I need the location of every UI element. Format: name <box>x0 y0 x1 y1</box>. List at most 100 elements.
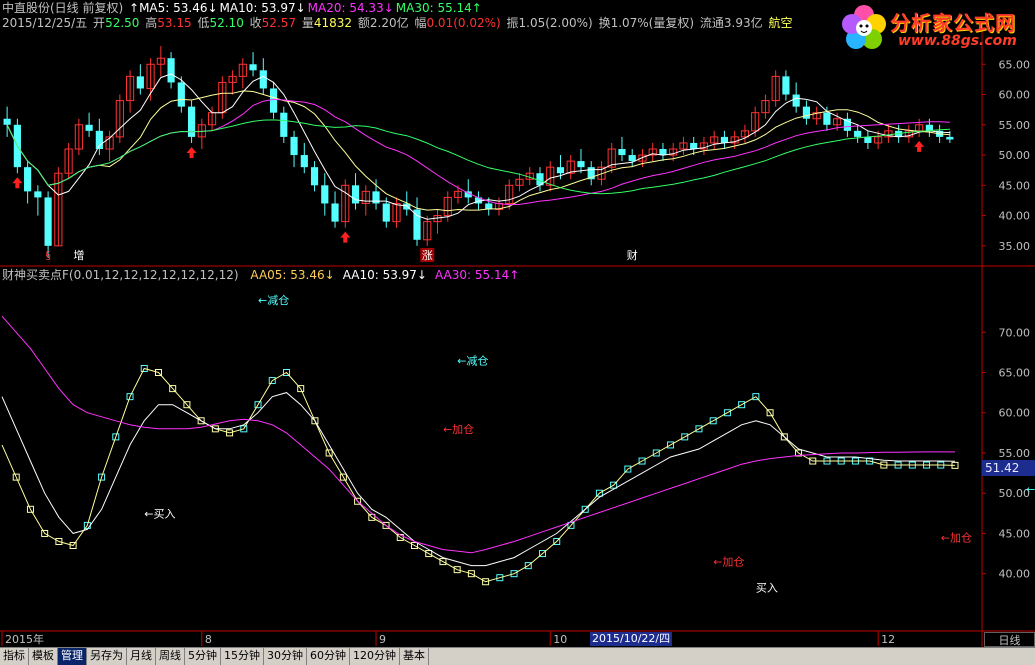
x-tick-label: 9 <box>379 633 386 646</box>
x-tick-label: 2015年 <box>5 632 44 646</box>
quote-line: 2015/12/25/五 开52.50 高53.15 低52.10 收52.57… <box>2 16 794 30</box>
chart-canvas: 35.00 40.00 45.00 50.00 55.00 60.00 65.00 § 增 涨 财 4… <box>0 30 1035 647</box>
close-value: 52.57 <box>261 16 297 30</box>
text-marker: § <box>45 249 51 262</box>
toolbar-button[interactable]: 另存为 <box>87 648 127 665</box>
y-tick-label: 60.00 <box>999 89 1031 102</box>
vol-value: 41832 <box>313 16 353 30</box>
site-logo: 分析家公式网 www.88gs.com <box>836 0 1035 56</box>
y-tick-label: 40.00 <box>999 568 1031 581</box>
signal-annotation: 买入 <box>756 581 778 594</box>
candle-body-down <box>802 106 811 119</box>
candle-body-down <box>843 118 851 131</box>
ma-legend-item: MA20: 54.33↓ <box>307 1 394 15</box>
y-tick-label: 55.00 <box>999 447 1031 460</box>
toolbar-button[interactable]: 15分钟 <box>221 648 264 665</box>
candle-body-down <box>823 112 831 125</box>
candle-body-down <box>331 203 339 222</box>
candle-body-down <box>351 185 360 204</box>
candle-body-down <box>382 203 390 222</box>
price-chart-header: 中直股份(日线 前复权) ↑MA5: 53.46↓ MA10: 53.97↓ MA2… <box>2 1 486 15</box>
y-tick-label: 55.00 <box>999 119 1031 132</box>
logo-title: 分析家公式网 <box>890 11 1016 35</box>
candle-body-down <box>864 136 872 143</box>
aa-legend: AA05: 53.46↓ AA10: 53.97↓ AA30: 55.14↑ <box>244 268 521 282</box>
ma-legend-item: MA30: 55.14↑ <box>395 1 482 15</box>
aa-legend-item: AA10: 53.97↓ <box>342 268 427 282</box>
candle-body-down <box>556 167 565 174</box>
candle-body-down <box>618 149 626 156</box>
buy-arrow-icon <box>186 146 197 158</box>
amplitude: 振1.05(2.00%) <box>506 16 593 30</box>
open-label: 开 <box>93 16 106 30</box>
cursor-date: 2015/10/22/四 <box>590 632 673 646</box>
close-label: 收 <box>249 16 262 30</box>
candle-body-down <box>187 106 196 137</box>
ma30-line <box>6 119 950 195</box>
candle-body-down <box>854 130 862 137</box>
toolbar-button[interactable]: 管理 <box>58 648 87 665</box>
candle-body-down <box>577 161 585 168</box>
text-marker: 涨 <box>422 249 433 262</box>
candle-body-down <box>690 142 698 149</box>
toolbar-button[interactable]: 月线 <box>127 648 156 665</box>
candle-body-down <box>269 88 278 113</box>
candle-body-down <box>372 191 380 204</box>
candle-body-down <box>44 197 52 246</box>
toolbar-button[interactable]: 60分钟 <box>307 648 350 665</box>
buy-arrow-icon <box>340 231 351 243</box>
candle-body-down <box>720 136 729 143</box>
candle-body-down <box>300 155 308 168</box>
candle-body-down <box>85 124 93 131</box>
aa-legend-item: AA05: 53.46↓ <box>250 268 335 282</box>
amt-label: 额 <box>357 16 370 30</box>
open-value: 52.50 <box>105 16 140 30</box>
toolbar-button[interactable]: 5分钟 <box>185 648 221 665</box>
aa05-blocks <box>12 364 959 586</box>
candle-body-down <box>792 94 800 107</box>
signal-annotation: ←减仓 <box>1026 482 1035 496</box>
candle-body-down <box>290 136 298 156</box>
toolbar-button[interactable]: 周线 <box>156 648 185 665</box>
toolbar-button[interactable]: 模板 <box>29 648 58 665</box>
candle-body-down <box>249 64 257 71</box>
y-tick-label: 70.00 <box>999 326 1031 339</box>
y-tick-label: 60.00 <box>999 407 1031 420</box>
candle-body-down <box>167 58 175 83</box>
toolbar-button[interactable]: 指标 <box>0 648 29 665</box>
y-tick-label: 65.00 <box>999 367 1031 380</box>
signal-annotation: ←加仓 <box>443 422 474 436</box>
candle-body-down <box>782 76 790 95</box>
ma-legend: ↑MA5: 53.46↓ MA10: 53.97↓ MA20: 54.33↓ MA30… <box>129 1 484 15</box>
candle-body-down <box>24 167 32 192</box>
last-value-badge: 51.42 <box>982 460 1035 476</box>
bottom-toolbar: 指标 模板 管理 另存为 月线 周线 5分钟 15分钟 30分钟 60分钟 120分钟 基本 <box>0 647 1035 665</box>
toolbar-button[interactable]: 30分钟 <box>264 648 307 665</box>
quote-date: 2015/12/25/五 <box>2 16 88 30</box>
low-label: 低 <box>197 16 210 30</box>
y-tick-label: 50.00 <box>999 149 1031 162</box>
candle-body-down <box>177 82 185 107</box>
y-tick-label: 65.00 <box>999 58 1031 71</box>
candle-body-down <box>136 76 144 89</box>
candle-body-down <box>413 209 421 240</box>
vol-label: 量 <box>301 16 314 30</box>
candle-body-down <box>659 149 667 156</box>
text-marker: 财 <box>627 248 638 262</box>
low-value: 52.10 <box>209 16 244 30</box>
y-tick-label: 40.00 <box>999 210 1031 223</box>
x-tick-label: 8 <box>205 633 212 646</box>
stock-title: 中直股份(日线 前复权) <box>2 1 124 15</box>
signal-annotation: ←加仓 <box>941 530 972 544</box>
toolbar-button[interactable]: 120分钟 <box>350 648 400 665</box>
y-tick-label: 45.00 <box>999 179 1031 192</box>
buy-arrow-icon <box>12 177 23 189</box>
period-daily-button[interactable]: 日线 <box>984 632 1035 647</box>
signal-annotation: ←减仓 <box>258 293 289 307</box>
y-tick-label: 35.00 <box>999 240 1031 253</box>
candle-body-down <box>280 112 288 137</box>
candle-body-down <box>946 136 954 140</box>
toolbar-button[interactable]: 基本 <box>400 648 429 665</box>
high-label: 高 <box>145 16 158 30</box>
y-tick-label: 45.00 <box>999 527 1031 540</box>
